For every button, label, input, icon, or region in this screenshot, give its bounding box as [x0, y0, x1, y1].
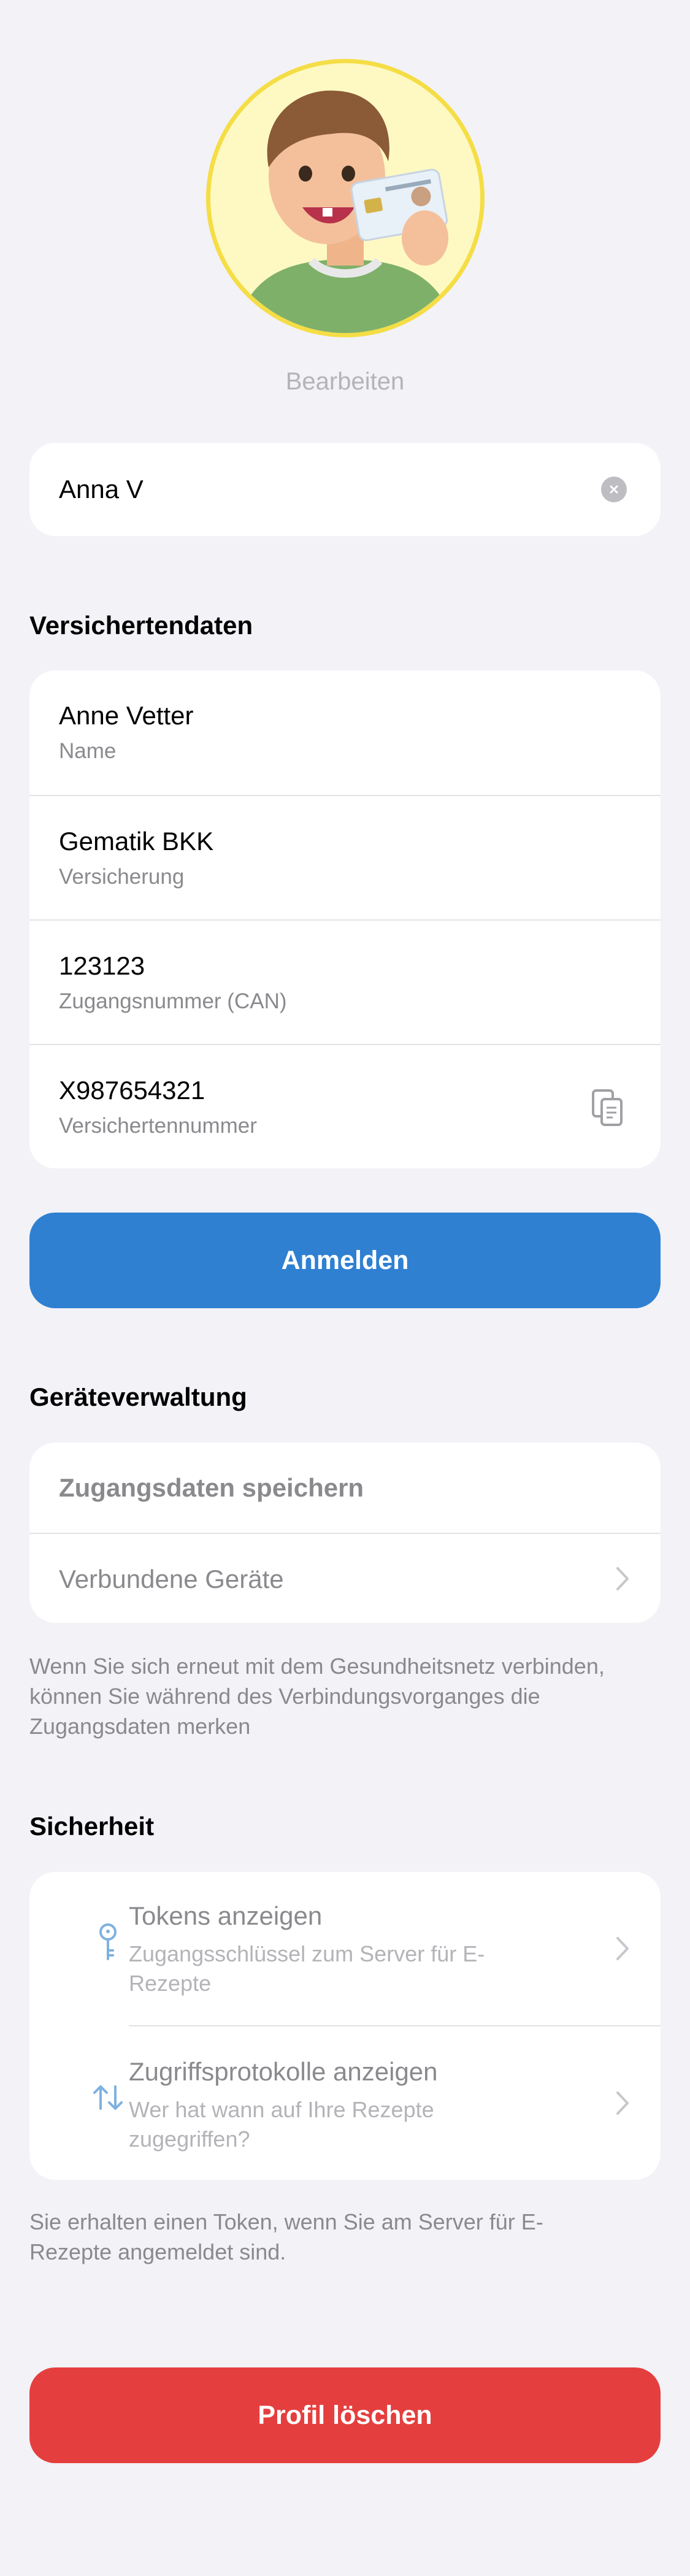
insurance-company-row: Gematik BKK Versicherung — [29, 795, 661, 919]
can-row: 123123 Zugangsnummer (CAN) — [29, 919, 661, 1044]
connected-devices-label: Verbundene Geräte — [59, 1565, 284, 1593]
profile-screen: Bearbeiten Versichertendaten Anne Vetter… — [0, 0, 690, 2576]
access-logs-title: Zugriffsprotokolle anzeigen — [129, 2057, 438, 2086]
insurance-name-row: Anne Vetter Name — [29, 670, 661, 795]
copy-icon[interactable] — [591, 1088, 625, 1127]
insured-name-label: Name — [59, 739, 117, 763]
tokens-title: Tokens anzeigen — [129, 1901, 323, 1930]
insurance-number-row: X987654321 Versichertennummer — [29, 1044, 661, 1168]
delete-profile-button[interactable]: Profil löschen — [29, 2367, 661, 2463]
key-icon — [99, 1923, 117, 1960]
insurance-section-title: Versichertendaten — [29, 611, 253, 640]
clear-circle-icon[interactable] — [601, 477, 627, 502]
devices-footnote: Wenn Sie sich erneut mit dem Gesundheits… — [29, 1654, 605, 1739]
save-credentials-label: Zugangsdaten speichern — [59, 1473, 364, 1502]
chevron-right-icon — [616, 1567, 629, 1590]
insurance-card: Anne Vetter Name Gematik BKK Versicherun… — [29, 670, 661, 1168]
security-footnote: Sie erhalten einen Token, wenn Sie am Se… — [29, 2209, 543, 2264]
insurance-company-label: Versicherung — [59, 865, 185, 889]
save-credentials-row[interactable]: Zugangsdaten speichern — [29, 1443, 661, 1533]
access-logs-row[interactable]: Zugriffsprotokolle anzeigen Wer hat wann… — [93, 2025, 661, 2179]
profile-name-input[interactable] — [59, 443, 599, 536]
security-section-title: Sicherheit — [29, 1812, 155, 1841]
avatar[interactable] — [206, 59, 485, 337]
chevron-right-icon — [616, 1937, 629, 1960]
edit-avatar-link[interactable]: Bearbeiten — [0, 368, 690, 396]
insurance-number-value: X987654321 — [59, 1076, 205, 1105]
connected-devices-row[interactable]: Verbundene Geräte — [29, 1533, 661, 1623]
can-value: 123123 — [59, 951, 145, 980]
profile-name-field[interactable] — [29, 443, 661, 536]
login-button[interactable]: Anmelden — [29, 1213, 661, 1308]
insurance-number-label: Versichertennummer — [59, 1114, 257, 1138]
security-card: Tokens anzeigen Zugangsschlüssel zum Ser… — [29, 1872, 661, 2180]
avatar-illustration — [235, 90, 456, 333]
devices-card: Zugangsdaten speichern Verbundene Geräte — [29, 1443, 661, 1623]
arrows-up-down-icon — [93, 2085, 123, 2110]
insured-name-value: Anne Vetter — [59, 701, 194, 730]
tokens-subtitle: Zugangsschlüssel zum Server für E-Rezept… — [129, 1941, 485, 1996]
insurance-company-value: Gematik BKK — [59, 827, 214, 856]
can-label: Zugangsnummer (CAN) — [59, 989, 287, 1013]
chevron-right-icon — [616, 2091, 629, 2115]
devices-section-title: Geräteverwaltung — [29, 1382, 247, 1411]
access-logs-subtitle: Wer hat wann auf Ihre Rezepte zugegriffe… — [129, 2097, 434, 2152]
tokens-row[interactable]: Tokens anzeigen Zugangsschlüssel zum Ser… — [29, 1872, 661, 2025]
